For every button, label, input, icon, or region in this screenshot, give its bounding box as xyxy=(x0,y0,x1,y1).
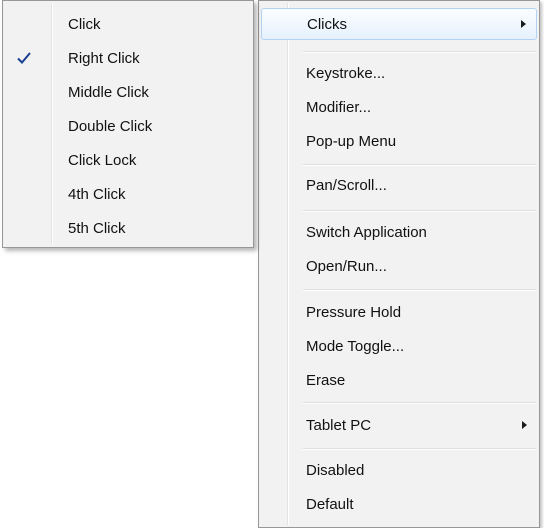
submenu-item-middle-click[interactable]: Middle Click xyxy=(5,76,251,108)
submenu-item-double-click[interactable]: Double Click xyxy=(5,110,251,142)
menu-item-switch-application[interactable]: Switch Application xyxy=(261,216,537,248)
submenu-arrow-icon xyxy=(521,20,526,28)
menu-item-label: Mode Toggle... xyxy=(306,337,405,355)
menu-item-label: 4th Click xyxy=(68,185,126,203)
menu-item-label: Right Click xyxy=(68,49,140,67)
submenu-item-click[interactable]: Click xyxy=(5,8,251,40)
menu-item-label: 5th Click xyxy=(68,219,126,237)
menu-item-disabled[interactable]: Disabled xyxy=(261,454,537,486)
menu-item-pan-scroll[interactable]: Pan/Scroll... xyxy=(261,169,537,201)
menu-item-popup-menu[interactable]: Pop-up Menu xyxy=(261,125,537,157)
menu-item-label: Pressure Hold xyxy=(306,303,402,321)
menu-item-keystroke[interactable]: Keystroke... xyxy=(261,57,537,89)
menu-item-pressure-hold[interactable]: Pressure Hold xyxy=(261,296,537,328)
menu-separator xyxy=(303,289,536,291)
menu-item-label: Double Click xyxy=(68,117,153,135)
menu-item-mode-toggle[interactable]: Mode Toggle... xyxy=(261,330,537,362)
menu-separator xyxy=(303,51,536,53)
menu-item-erase[interactable]: Erase xyxy=(261,364,537,396)
menu-item-modifier[interactable]: Modifier... xyxy=(261,91,537,123)
menu-item-label: Switch Application xyxy=(306,223,427,241)
submenu-arrow-icon xyxy=(522,421,527,429)
menu-item-label: Pan/Scroll... xyxy=(306,176,387,194)
menu-item-default[interactable]: Default xyxy=(261,488,537,520)
menu-item-clicks[interactable]: Clicks xyxy=(261,8,537,40)
menu-item-label: Erase xyxy=(306,371,346,389)
menu-separator xyxy=(303,402,536,404)
menu-item-label: Click Lock xyxy=(68,151,137,169)
submenu-item-click-lock[interactable]: Click Lock xyxy=(5,144,251,176)
menu-item-label: Middle Click xyxy=(68,83,149,101)
menu-separator xyxy=(303,210,536,212)
menu-separator xyxy=(303,164,536,166)
menu-separator xyxy=(303,448,536,450)
menu-item-label: Keystroke... xyxy=(306,64,386,82)
menu-item-tablet-pc[interactable]: Tablet PC xyxy=(261,409,537,441)
submenu-item-4th-click[interactable]: 4th Click xyxy=(5,178,251,210)
menu-item-label: Default xyxy=(306,495,354,513)
submenu-item-right-click[interactable]: Right Click xyxy=(5,42,251,74)
menu-item-label: Pop-up Menu xyxy=(306,132,397,150)
menu-item-label: Open/Run... xyxy=(306,257,387,275)
submenu-item-5th-click[interactable]: 5th Click xyxy=(5,212,251,244)
menu-item-label: Clicks xyxy=(307,15,347,33)
menu-item-label: Modifier... xyxy=(306,98,372,116)
menu-item-label: Click xyxy=(68,15,101,33)
clicks-submenu: Click Right Click Middle Click Double Cl… xyxy=(2,0,254,248)
menu-item-open-run[interactable]: Open/Run... xyxy=(261,250,537,282)
checkmark-icon xyxy=(17,52,31,64)
menu-item-label: Tablet PC xyxy=(306,416,372,434)
context-menu: Clicks Keystroke... Modifier... Pop-up M… xyxy=(258,0,540,528)
menu-item-label: Disabled xyxy=(306,461,365,479)
